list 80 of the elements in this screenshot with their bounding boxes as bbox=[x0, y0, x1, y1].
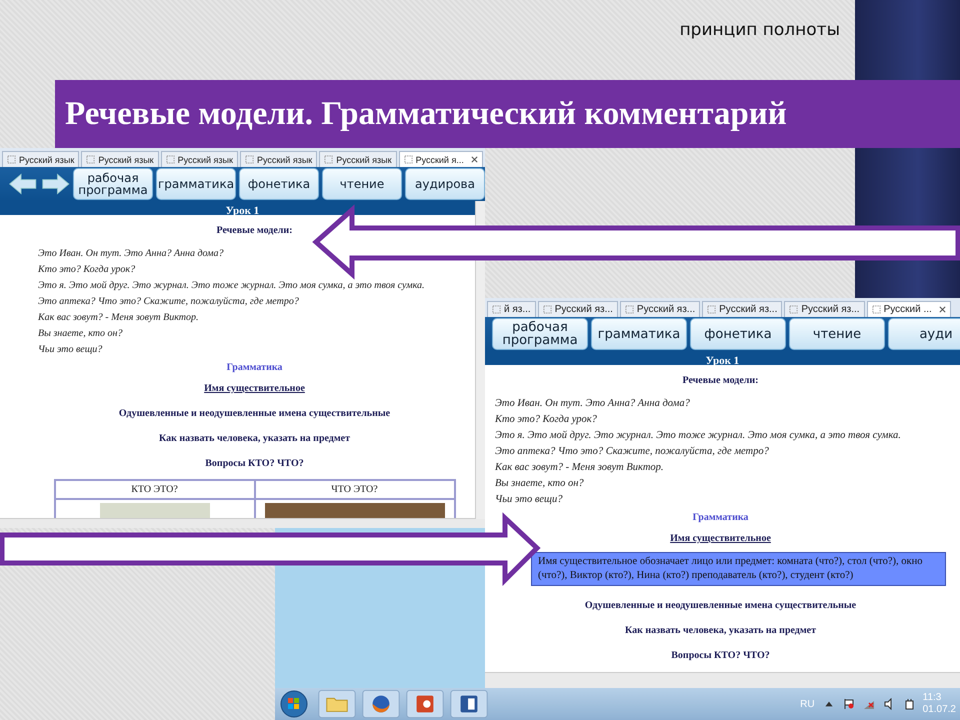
slide-title: Речевые модели. Грамматический комментарий bbox=[65, 96, 787, 132]
section-heading: Речевые модели: bbox=[682, 375, 758, 386]
topic-heading: Одушевленные и неодушевленные имена существительные bbox=[584, 600, 856, 611]
forward-arrow-icon[interactable] bbox=[40, 171, 70, 197]
page-icon bbox=[872, 305, 881, 314]
page-icon bbox=[492, 305, 501, 314]
topic-heading: Как назвать человека, указать на предмет bbox=[624, 625, 816, 636]
page-icon bbox=[244, 155, 254, 164]
phrase-line: Вы знаете, кто он? bbox=[38, 327, 124, 341]
nav-button[interactable]: рабочая программа bbox=[492, 318, 588, 350]
power-icon[interactable] bbox=[902, 698, 915, 710]
browser-tab[interactable]: Русский я... bbox=[398, 151, 483, 167]
topic-heading: Вопросы КТО? ЧТО? bbox=[671, 650, 770, 661]
page-icon bbox=[707, 305, 716, 314]
browser-tab[interactable]: Русский язык bbox=[319, 151, 397, 167]
document-app-icon[interactable] bbox=[449, 690, 489, 718]
section-heading: Грамматика bbox=[692, 512, 748, 523]
table-header-cell: ЧТО ЭТО? bbox=[256, 481, 454, 498]
nav-button[interactable]: фонетика bbox=[690, 318, 786, 350]
topic-heading: Вопросы КТО? ЧТО? bbox=[205, 458, 304, 469]
topic-heading: Одушевленные и неодушевленные имена существительные bbox=[118, 408, 390, 419]
back-arrow-icon[interactable] bbox=[8, 171, 38, 197]
browser-tab[interactable]: Русский яз... bbox=[538, 301, 618, 317]
phrase-line: Это я. Это мой друг. Это журнал. Это тоже журнал. Это моя сумка, а это твоя сумка. bbox=[38, 279, 426, 293]
phrase-line: Это я. Это мой друг. Это журнал. Это тоже журнал. Это моя сумка, а это твоя сумка. bbox=[495, 429, 902, 443]
nav-button[interactable]: рабочая программа bbox=[73, 168, 153, 200]
page-icon bbox=[166, 155, 175, 164]
page-icon bbox=[324, 155, 334, 164]
page-icon bbox=[404, 155, 413, 164]
phrase-line: Это аптека? Что это? Скажите, пожалуйста, где метро? bbox=[38, 295, 300, 309]
topic-heading: Как назвать человека, указать на предмет bbox=[158, 433, 350, 444]
nav-button[interactable]: аудирова bbox=[405, 168, 485, 200]
browser-tab[interactable]: Русский язык bbox=[160, 151, 238, 167]
lesson-title: Урок 1 bbox=[226, 205, 260, 217]
browser-tab[interactable]: Русский яз... bbox=[784, 301, 865, 317]
network-icon[interactable] bbox=[862, 698, 875, 710]
page-icon bbox=[86, 155, 96, 164]
nav-button[interactable]: фонетика bbox=[239, 168, 319, 200]
browser-tab[interactable]: Русский яз... bbox=[620, 301, 700, 317]
topic-link[interactable]: Имя существительное bbox=[670, 533, 771, 544]
page-icon bbox=[624, 305, 634, 314]
close-icon[interactable] bbox=[470, 156, 478, 163]
topic-link[interactable]: Имя существительное bbox=[204, 383, 305, 394]
lesson-title: Урок 1 bbox=[706, 355, 740, 367]
browser-tab[interactable]: й яз... bbox=[487, 301, 536, 317]
scrollbar[interactable] bbox=[0, 518, 485, 528]
section-heading: Грамматика bbox=[226, 362, 282, 373]
slide-subtitle: принцип полноты bbox=[680, 20, 840, 40]
browser-tab[interactable]: Русский язык bbox=[81, 151, 159, 167]
page-icon bbox=[789, 305, 798, 314]
presentation-app-icon[interactable] bbox=[405, 690, 445, 718]
browser-tab[interactable]: Русский ... bbox=[866, 301, 951, 317]
browser-tab[interactable]: Русский яз... bbox=[702, 301, 782, 317]
phrase-line: Чьи это вещи? bbox=[38, 343, 104, 357]
phrase-line: Как вас зовут? - Меня зовут Виктор. bbox=[38, 311, 200, 325]
definition-box: Имя существительное обозначает лицо или предмет: комната (что?), стол (что?), окно (что?), Виктор (кто?), Нина (кто?) преподаватель (кто?), студент (кто?) bbox=[531, 552, 946, 586]
section-heading: Речевые модели: bbox=[216, 225, 292, 236]
start-orb-icon[interactable] bbox=[279, 689, 309, 719]
phrase-line: Чьи это вещи? bbox=[495, 493, 564, 507]
phrase-line: Это Иван. Он тут. Это Анна? Анна дома? bbox=[38, 247, 225, 261]
close-icon[interactable] bbox=[938, 306, 946, 313]
scrollbar[interactable] bbox=[485, 672, 960, 688]
flag-icon[interactable] bbox=[842, 698, 855, 710]
nav-button[interactable]: грамматика bbox=[156, 168, 236, 200]
page-icon bbox=[542, 305, 552, 314]
nav-button[interactable]: ауди bbox=[888, 318, 960, 350]
browser-tab[interactable]: Русский язык bbox=[2, 151, 80, 167]
nav-button[interactable]: грамматика bbox=[591, 318, 687, 350]
phrase-line: Кто это? Когда урок? bbox=[38, 263, 136, 277]
nav-button[interactable]: чтение bbox=[322, 168, 402, 200]
phrase-line: Кто это? Когда урок? bbox=[495, 413, 598, 427]
phrase-line: Это Иван. Он тут. Это Анна? Анна дома? bbox=[495, 397, 691, 411]
nav-button[interactable]: чтение bbox=[789, 318, 885, 350]
globe-icon[interactable] bbox=[361, 690, 401, 718]
page-icon bbox=[7, 155, 16, 164]
phrase-line: Это аптека? Что это? Скажите, пожалуйста, где метро? bbox=[495, 445, 770, 459]
phrase-line: Вы знаете, кто он? bbox=[495, 477, 585, 491]
table-header-cell: КТО ЭТО? bbox=[56, 481, 254, 498]
browser-tab[interactable]: Русский язык bbox=[240, 151, 318, 167]
phrase-line: Как вас зовут? - Меня зовут Виктор. bbox=[495, 461, 665, 475]
